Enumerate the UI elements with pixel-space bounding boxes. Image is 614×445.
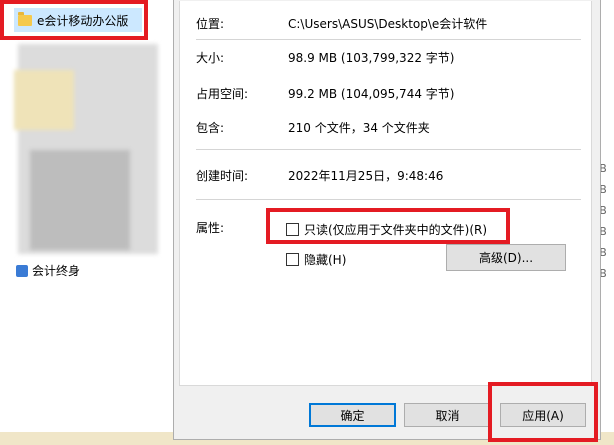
ok-button[interactable]: 确定 xyxy=(309,403,396,427)
size-on-disk-label: 占用空间: xyxy=(196,87,249,101)
size-on-disk-value: 99.2 MB (104,095,744 字节) xyxy=(288,87,455,101)
file-name: 会计终身 xyxy=(32,264,81,278)
contains-value: 210 个文件，34 个文件夹 xyxy=(288,121,430,135)
blurred-file-list-light xyxy=(14,70,74,130)
size-value: 98.9 MB (103,799,322 字节) xyxy=(288,51,455,65)
blurred-file-list-dark xyxy=(30,150,130,250)
contains-label: 包含: xyxy=(196,121,225,135)
location-label: 位置: xyxy=(196,17,225,31)
separator xyxy=(196,39,581,40)
contains-row: 包含: 210 个文件，34 个文件夹 xyxy=(196,119,430,136)
location-value: C:\Users\ASUS\Desktop\e会计软件 xyxy=(288,17,488,31)
location-row: 位置: C:\Users\ASUS\Desktop\e会计软件 xyxy=(196,15,487,32)
app-icon xyxy=(16,264,28,277)
highlight-box-folder xyxy=(0,0,148,40)
advanced-button[interactable]: 高级(D)... xyxy=(446,244,566,271)
separator xyxy=(196,199,581,200)
created-value: 2022年11月25日，9:48:46 xyxy=(288,169,444,183)
size-row: 大小: 98.9 MB (103,799,322 字节) xyxy=(196,49,454,66)
highlight-box-apply xyxy=(488,382,598,442)
general-tab-panel: 位置: C:\Users\ASUS\Desktop\e会计软件 大小: 98.9… xyxy=(179,1,592,386)
hidden-label: 隐藏(H) xyxy=(304,253,347,267)
hidden-checkbox-row[interactable]: 隐藏(H) xyxy=(286,251,346,268)
separator xyxy=(196,149,581,150)
size-on-disk-row: 占用空间: 99.2 MB (104,095,744 字节) xyxy=(196,85,454,102)
size-label: 大小: xyxy=(196,51,225,65)
created-row: 创建时间: 2022年11月25日，9:48:46 xyxy=(196,167,443,184)
cancel-button[interactable]: 取消 xyxy=(404,403,491,427)
highlight-box-readonly xyxy=(266,208,510,244)
hidden-checkbox[interactable] xyxy=(286,253,299,266)
file-item[interactable]: 会计终身 xyxy=(16,262,80,279)
created-label: 创建时间: xyxy=(196,169,249,183)
